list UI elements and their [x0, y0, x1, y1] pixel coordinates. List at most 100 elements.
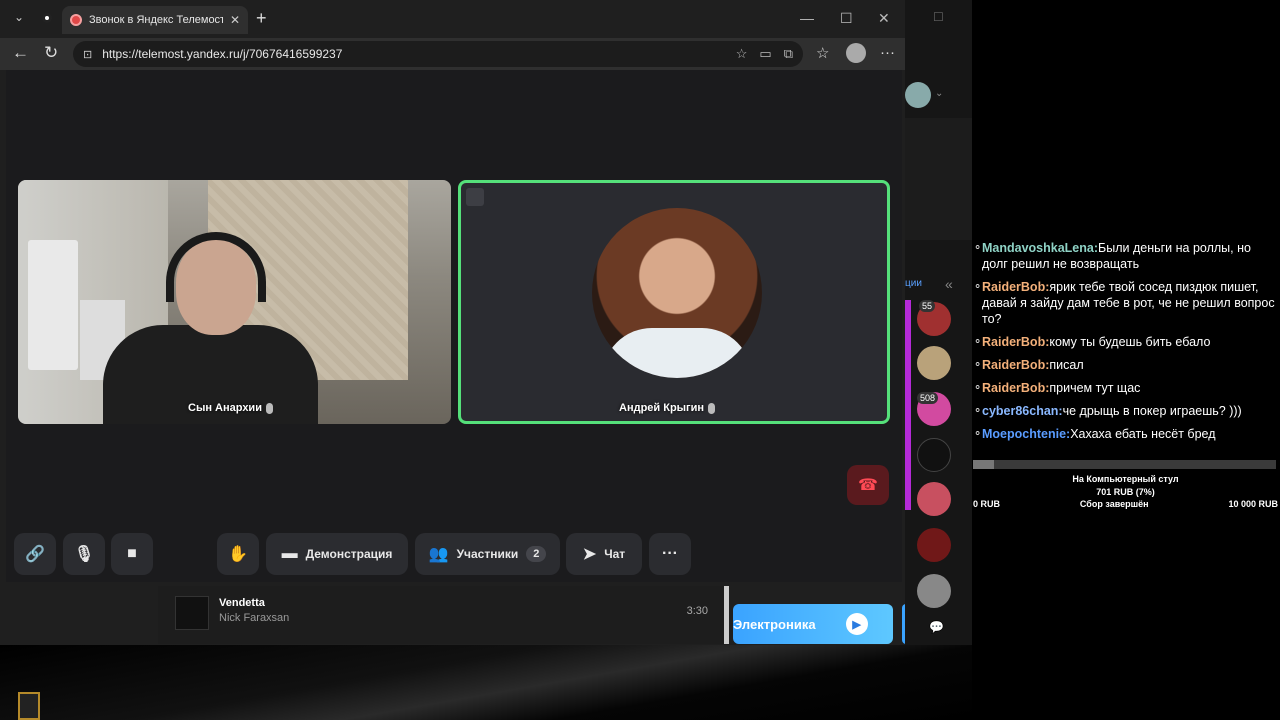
chat-nick[interactable]: RaiderBob: [982, 358, 1049, 372]
screen-share-button[interactable]: ▬ Демонстрация [266, 533, 408, 575]
collapse-icon[interactable]: « [945, 276, 953, 292]
telemost-call-area: Сын Анархии Андрей Крыгин 🔗 🎙 ■ ✋ ▬ Демо… [6, 70, 902, 582]
album-cover [175, 596, 209, 630]
stream-avatar-7[interactable] [917, 574, 951, 608]
end-call-button[interactable]: ☎ [847, 465, 889, 505]
hand-icon: ✋ [228, 546, 248, 563]
favorites-icon[interactable]: ☆ [816, 44, 829, 62]
chat-nick[interactable]: MandavoshkaLena: [982, 241, 1098, 255]
stream-chat: MandavoshkaLena:Были деньги на роллы, но… [972, 240, 1280, 449]
camera-indicator-icon [42, 13, 52, 23]
chat-text: Хахаха ебать несёт бред [1070, 427, 1216, 441]
side-panel: ☐ ⌄ ↪ Не Кр ции « 55 508 💬 [905, 0, 972, 645]
chat-nick[interactable]: RaiderBob: [982, 381, 1049, 395]
reload-icon[interactable]: ↻ [44, 43, 58, 63]
participants-count-badge: 2 [526, 546, 547, 562]
participants-button[interactable]: 👥 Участники 2 [415, 533, 560, 575]
mic-icon [265, 402, 273, 414]
chat-message: cyber86chan:че дрыщь в покер играешь? ))… [972, 403, 1280, 419]
background-blur-area [0, 645, 972, 720]
browser-window: ⌄ Звонок в Яндекс Телемосте ✕ + — ☐ ✕ ← … [0, 0, 905, 645]
address-bar: ← ↻ ⊡ https://telemost.yandex.ru/j/70676… [0, 38, 905, 70]
url-text: https://telemost.yandex.ru/j/70676416599… [102, 47, 343, 61]
more-options-button[interactable]: ··· [649, 533, 691, 575]
track-artist: Nick Faraxsan [219, 612, 290, 624]
video-tile-1[interactable]: Сын Анархии [18, 180, 451, 424]
donation-progress-bar [973, 460, 1276, 469]
chevron-down-icon[interactable]: ⌄ [935, 88, 943, 99]
tab-list-chevron-icon[interactable]: ⌄ [14, 10, 24, 24]
video-tile-2-active-speaker[interactable]: Андрей Крыгин [458, 180, 890, 424]
chat-label: Чат [604, 547, 626, 561]
chat-button[interactable]: ➤ Чат [566, 533, 642, 575]
participant-name-label: Сын Анархии [188, 402, 273, 414]
goal-status: Сбор завершён [1079, 499, 1149, 509]
send-icon: ➤ [582, 546, 597, 563]
tab-bar: ⌄ Звонок в Яндекс Телемосте ✕ + — ☐ ✕ [0, 0, 905, 38]
chat-message: MandavoshkaLena:Были деньги на роллы, но… [972, 240, 1280, 272]
participant-name: Сын Анархии [188, 402, 262, 414]
site-info-icon[interactable]: ⊡ [83, 48, 92, 61]
restore-icon[interactable]: ☐ [933, 10, 944, 24]
chat-nick[interactable]: RaiderBob: [982, 335, 1049, 349]
microphone-icon: 🎙 [73, 546, 95, 563]
tab-telemost[interactable]: Звонок в Яндекс Телемосте ✕ [62, 6, 248, 34]
close-tab-icon[interactable]: ✕ [230, 13, 240, 27]
chat-nick[interactable]: cyber86chan: [982, 404, 1063, 418]
goal-raised: 701 RUB (7%) [1096, 487, 1155, 497]
mic-icon [708, 402, 716, 414]
phone-hangup-icon: ☎ [858, 477, 878, 494]
promo-label: Электроника [733, 616, 816, 632]
laptop-icon: ▬ [281, 545, 298, 562]
stream-avatar-5[interactable] [917, 482, 951, 516]
more-icon[interactable]: ··· [880, 44, 895, 61]
raise-hand-button[interactable]: ✋ [217, 533, 259, 575]
video-camera-icon: ■ [127, 545, 137, 562]
more-dots-icon: ··· [662, 545, 678, 562]
favorite-star-icon[interactable]: ☆ [736, 46, 748, 62]
tab-title: Звонок в Яндекс Телемосте [89, 14, 223, 26]
corner-thumbnail [18, 692, 40, 720]
stream-avatar-2[interactable] [917, 346, 951, 380]
participant-avatar [592, 208, 762, 378]
donation-goal-widget: На Компьютерный стул 701 RUB (7%) 0 RUB … [973, 460, 1278, 509]
chat-nick[interactable]: RaiderBob: [982, 280, 1049, 294]
play-icon: ▶ [845, 613, 868, 635]
url-field[interactable]: ⊡ https://telemost.yandex.ru/j/706764165… [73, 41, 803, 67]
music-player-row[interactable]: Vendetta Nick Faraxsan 3:30 [158, 586, 726, 644]
viewer-badge-1: 55 [919, 300, 936, 312]
scrollbar[interactable] [724, 586, 729, 644]
profile-avatar[interactable] [905, 82, 931, 108]
side-card [905, 118, 972, 240]
minimize-icon[interactable]: — [800, 10, 814, 26]
goal-title: На Компьютерный стул [1072, 474, 1179, 484]
viewer-badge-2: 508 [917, 392, 939, 404]
chat-text: кому ты будешь бить ебало [1049, 335, 1211, 349]
accent-strip [905, 300, 911, 510]
side-label-3: ции [905, 278, 922, 289]
donation-progress-fill [973, 460, 995, 469]
people-icon: 👥 [428, 546, 449, 563]
copy-link-button[interactable]: 🔗 [14, 533, 56, 575]
link-icon: 🔗 [25, 546, 45, 563]
screen-share-icon[interactable]: ⧉ [784, 46, 793, 62]
profile-avatar-icon[interactable] [846, 43, 866, 63]
back-icon[interactable]: ← [12, 43, 29, 63]
camera-button[interactable]: ■ [111, 533, 153, 575]
maximize-icon[interactable]: ☐ [840, 10, 853, 27]
chat-text: причем тут щас [1049, 381, 1141, 395]
chat-bubble-icon[interactable]: 💬 [929, 620, 944, 634]
camera-icon[interactable]: ▭ [759, 46, 771, 62]
new-tab-icon[interactable]: + [256, 8, 267, 29]
stream-avatar-4[interactable] [917, 438, 951, 472]
participants-label: Участники [456, 547, 519, 561]
chat-nick[interactable]: Moepochtenie: [982, 427, 1070, 441]
close-window-icon[interactable]: ✕ [878, 10, 890, 27]
track-duration: 3:30 [686, 605, 708, 617]
chat-message: RaiderBob:кому ты будешь бить ебало [972, 334, 1280, 350]
mic-button[interactable]: 🎙 [63, 533, 105, 575]
electronic-promo-button[interactable]: Электроника ▶ [733, 604, 893, 644]
screen-share-label: Демонстрация [305, 547, 393, 561]
goal-min: 0 RUB [973, 499, 1001, 509]
stream-avatar-6[interactable] [917, 528, 951, 562]
